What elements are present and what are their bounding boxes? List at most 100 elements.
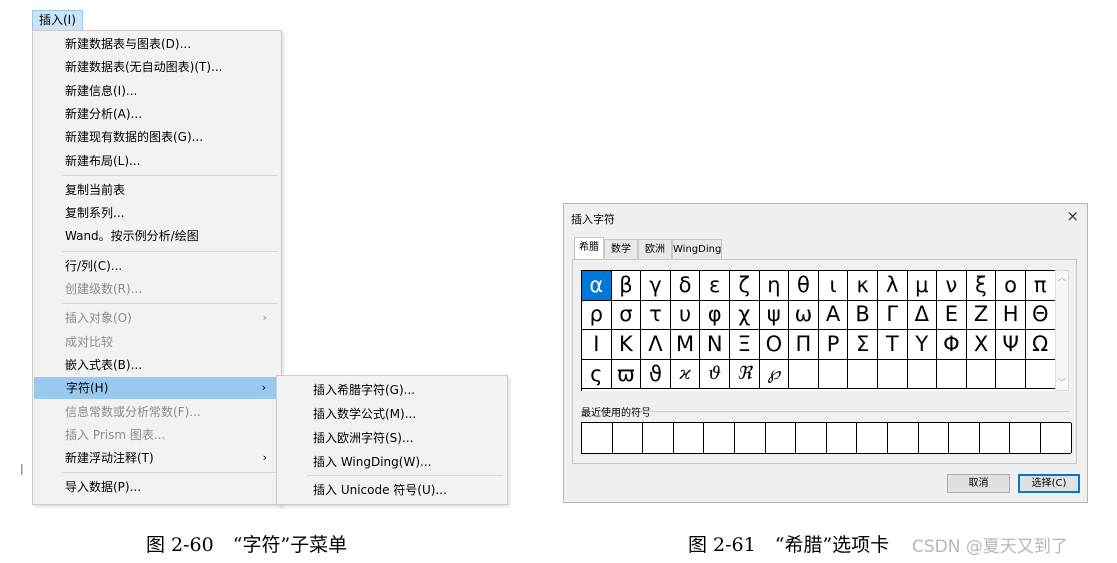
menu-item[interactable]: 嵌入式表(B)...	[33, 354, 281, 376]
submenu-item[interactable]: 插入数学公式(M)...	[277, 403, 507, 425]
character-cell[interactable]: ι	[818, 271, 849, 301]
character-cell[interactable]: γ	[641, 271, 671, 301]
submenu-item[interactable]: 插入 Unicode 符号(U)...	[277, 479, 507, 501]
menu-item[interactable]: 新建数据表与图表(D)...	[33, 33, 281, 55]
recent-symbol-slot[interactable]	[613, 423, 644, 453]
character-cell[interactable]: χ	[729, 300, 760, 331]
character-cell[interactable]: Φ	[937, 330, 967, 360]
cancel-button[interactable]: 取消	[947, 474, 1010, 493]
character-cell[interactable]: Μ	[670, 330, 701, 360]
character-cell[interactable]: π	[1025, 271, 1056, 301]
character-cell[interactable]: ν	[937, 271, 967, 301]
character-cell[interactable]: ϑ	[700, 359, 730, 390]
recent-symbol-slot[interactable]	[674, 423, 705, 453]
character-cell[interactable]: Λ	[641, 330, 671, 360]
recent-symbol-slot[interactable]	[766, 423, 797, 453]
character-cell[interactable]: Ω	[1025, 330, 1056, 360]
character-cell[interactable]: δ	[670, 271, 701, 301]
character-cell[interactable]	[818, 359, 849, 390]
recent-symbol-slot[interactable]	[827, 423, 858, 453]
character-cell[interactable]: Ι	[582, 330, 612, 360]
recent-symbol-slot[interactable]	[919, 423, 950, 453]
menu-item[interactable]: 导入数据(P)...	[33, 476, 281, 498]
character-cell[interactable]: Ε	[937, 300, 967, 331]
character-cell[interactable]: Σ	[848, 330, 878, 360]
recent-symbol-slot[interactable]	[735, 423, 766, 453]
character-cell[interactable]	[937, 359, 967, 390]
tab-wingding[interactable]: WingDing	[672, 239, 722, 259]
recent-symbol-slot[interactable]	[980, 423, 1011, 453]
menu-item[interactable]: 复制当前表	[33, 179, 281, 201]
recent-symbol-slot[interactable]	[582, 423, 613, 453]
character-cell[interactable]: ϖ	[611, 359, 642, 390]
character-cell[interactable]: β	[611, 271, 642, 301]
menu-item[interactable]: 新建浮动注释(T) ›	[33, 447, 281, 469]
recent-symbol-slot[interactable]	[857, 423, 888, 453]
character-cell[interactable]: Θ	[1025, 300, 1056, 331]
select-button[interactable]: 选择(C)	[1018, 474, 1080, 493]
character-cell[interactable]: ϰ	[670, 359, 701, 390]
menubar-insert[interactable]: 插入(I)	[32, 10, 83, 31]
character-cell[interactable]: ς	[582, 359, 612, 390]
character-cell[interactable]: σ	[611, 300, 642, 331]
character-cell[interactable]: Δ	[907, 300, 938, 331]
scroll-up-icon[interactable]: ︿	[1058, 272, 1066, 283]
submenu-item[interactable]: 插入希腊字符(G)...	[277, 379, 507, 401]
character-cell[interactable]	[1025, 359, 1056, 390]
tab-greek[interactable]: 希腊	[574, 237, 604, 259]
character-cell[interactable]: Ζ	[966, 300, 997, 331]
character-cell[interactable]: Τ	[877, 330, 908, 360]
recent-symbol-slot[interactable]	[704, 423, 735, 453]
menu-item[interactable]: 复制系列...	[33, 202, 281, 224]
character-cell[interactable]: ζ	[729, 271, 760, 301]
character-cell[interactable]: Π	[789, 330, 819, 360]
menu-item[interactable]: 新建分析(A)...	[33, 103, 281, 125]
character-cell[interactable]: ψ	[759, 300, 790, 331]
menu-item[interactable]: 行/列(C)...	[33, 255, 281, 277]
character-cell[interactable]: υ	[670, 300, 701, 331]
submenu-item[interactable]: 插入 WingDing(W)...	[277, 451, 507, 473]
submenu-item[interactable]: 插入欧洲字符(S)...	[277, 427, 507, 449]
character-cell[interactable]: Κ	[611, 330, 642, 360]
character-cell[interactable]	[996, 359, 1026, 390]
menu-item[interactable]: 新建信息(I)...	[33, 80, 281, 102]
recent-symbol-slot[interactable]	[888, 423, 919, 453]
character-cell[interactable]: ϑ	[641, 359, 671, 390]
character-cell[interactable]: θ	[789, 271, 819, 301]
character-cell[interactable]: φ	[700, 300, 730, 331]
character-cell[interactable]: ρ	[582, 300, 612, 331]
character-cell[interactable]: τ	[641, 300, 671, 331]
character-cell[interactable]: ℜ	[729, 359, 760, 390]
menu-item[interactable]: 新建现有数据的图表(G)...	[33, 126, 281, 148]
character-cell[interactable]: λ	[877, 271, 908, 301]
character-cell[interactable]: ω	[789, 300, 819, 331]
character-cell[interactable]: Υ	[907, 330, 938, 360]
character-cell[interactable]: η	[759, 271, 790, 301]
menu-item[interactable]: 字符(H) ›	[34, 377, 280, 400]
character-cell[interactable]: Ρ	[818, 330, 849, 360]
character-cell[interactable]: Ο	[759, 330, 790, 360]
recent-symbol-slot[interactable]	[643, 423, 674, 453]
character-cell[interactable]	[966, 359, 997, 390]
tab-math[interactable]: 数学	[604, 239, 638, 259]
character-cell[interactable]: μ	[907, 271, 938, 301]
character-cell[interactable]: α	[582, 271, 612, 301]
tab-european[interactable]: 欧洲	[638, 239, 672, 259]
character-cell[interactable]	[789, 359, 819, 390]
character-cell[interactable]: Ν	[700, 330, 730, 360]
character-cell[interactable]: ο	[996, 271, 1026, 301]
recent-symbol-slot[interactable]	[949, 423, 980, 453]
recent-symbol-slot[interactable]	[1010, 423, 1041, 453]
character-cell[interactable]: Ξ	[729, 330, 760, 360]
character-cell[interactable]: Ψ	[996, 330, 1026, 360]
character-cell[interactable]: ε	[700, 271, 730, 301]
character-cell[interactable]: Β	[848, 300, 878, 331]
character-cell[interactable]: ξ	[966, 271, 997, 301]
character-cell[interactable]	[907, 359, 938, 390]
recent-symbol-slot[interactable]	[1041, 423, 1072, 453]
menu-item[interactable]: Wand。按示例分析/绘图	[33, 225, 281, 247]
character-cell[interactable]: Γ	[877, 300, 908, 331]
close-icon[interactable]: ×	[1066, 207, 1079, 225]
character-cell[interactable]: Χ	[966, 330, 997, 360]
grid-scrollbar[interactable]: ︿ ﹀	[1055, 270, 1069, 391]
